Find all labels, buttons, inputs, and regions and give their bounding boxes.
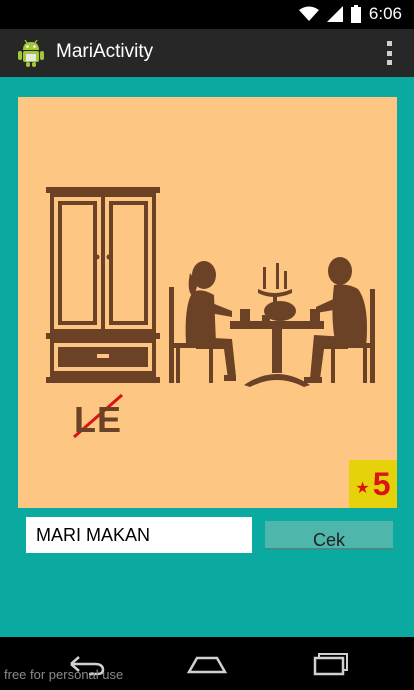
battery-icon bbox=[350, 5, 361, 23]
signal-icon bbox=[326, 6, 343, 22]
check-button[interactable]: Cek bbox=[265, 521, 393, 550]
dining-scene-illustration bbox=[46, 187, 375, 387]
score-badge: ★ 5 bbox=[349, 460, 397, 508]
android-icon bbox=[18, 39, 44, 67]
puzzle-image: LE ★ 5 bbox=[18, 97, 397, 508]
crossed-letters: LE bbox=[74, 399, 123, 440]
main-content: LE ★ 5 Cek bbox=[0, 77, 414, 637]
home-icon[interactable] bbox=[182, 649, 232, 679]
status-icons: 6:06 bbox=[298, 4, 402, 24]
answer-input[interactable] bbox=[26, 517, 252, 553]
score-value: 5 bbox=[372, 465, 391, 502]
star-icon: ★ bbox=[355, 477, 370, 497]
app-title: MariActivity bbox=[56, 41, 154, 62]
recent-apps-icon[interactable] bbox=[304, 649, 354, 679]
watermark-text: free for personal use bbox=[4, 667, 124, 682]
overflow-menu-icon[interactable] bbox=[384, 41, 394, 65]
wifi-icon bbox=[298, 6, 319, 21]
status-time: 6:06 bbox=[368, 4, 402, 23]
action-bar: MariActivity bbox=[0, 29, 414, 77]
navigation-bar bbox=[0, 637, 414, 690]
status-bar: 6:06 bbox=[0, 0, 414, 29]
